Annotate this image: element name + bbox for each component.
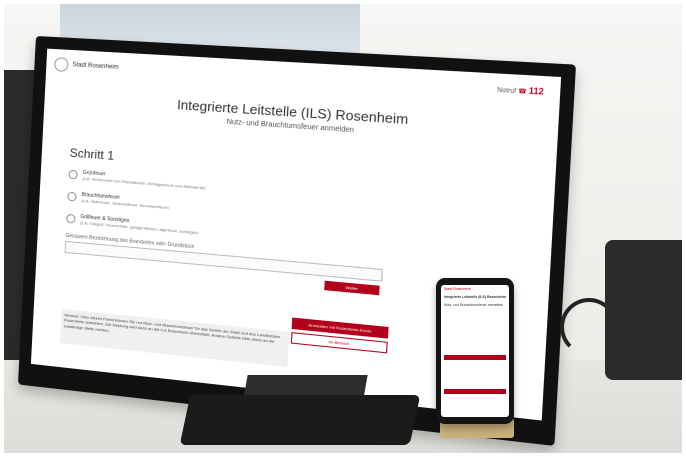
logo-text: Stadt Rosenheim [72,62,119,71]
location-input[interactable] [64,240,383,282]
notice-box: Hinweis: Über dieses Portal können Sie n… [59,308,290,368]
phone-subtitle: Nutz- und Brauchtumsfeuer anmelden [444,303,504,308]
continue-button[interactable]: Weiter [324,280,380,296]
phone-logo[interactable]: Stadt Rosenheim [441,285,509,293]
phone-screen: Stadt Rosenheim Integrierte Leitstelle (… [441,285,509,417]
radio-button[interactable] [67,191,77,202]
photo-scene: Stadt Rosenheim Notruf ☎ 112 Integrierte… [0,0,686,457]
monitor-stand-base [179,395,421,445]
phone-icon: ☎ [517,88,527,96]
phone-continue-button[interactable] [444,355,506,360]
emergency-label: Notruf [496,87,517,96]
desk-telephone [605,240,686,380]
option-grillfeuer[interactable]: Grillfeuer & Sonstiges (z.B. Gasgrill, F… [66,213,199,235]
city-crest-icon [54,57,69,72]
step-heading: Schritt 1 [69,145,115,163]
phone-login-button[interactable] [444,389,506,394]
radio-button[interactable] [68,169,78,180]
option-gruenfeuer[interactable]: Grünfeuer (z.B. Verbrennen von Rückständ… [68,169,206,190]
radio-button[interactable] [66,213,76,224]
logo[interactable]: Stadt Rosenheim [54,57,119,75]
option-brauchtumsfeuer[interactable]: Brauchtumsfeuer (z.B. Osterfeuer, Johann… [67,191,170,210]
emergency-number[interactable]: Notruf ☎ 112 [496,84,545,97]
phone-title: Integrierte Leitstelle (ILS) Rosenheim [444,295,506,300]
smartphone: Stadt Rosenheim Integrierte Leitstelle (… [436,278,514,424]
emergency-digits: 112 [528,86,545,97]
